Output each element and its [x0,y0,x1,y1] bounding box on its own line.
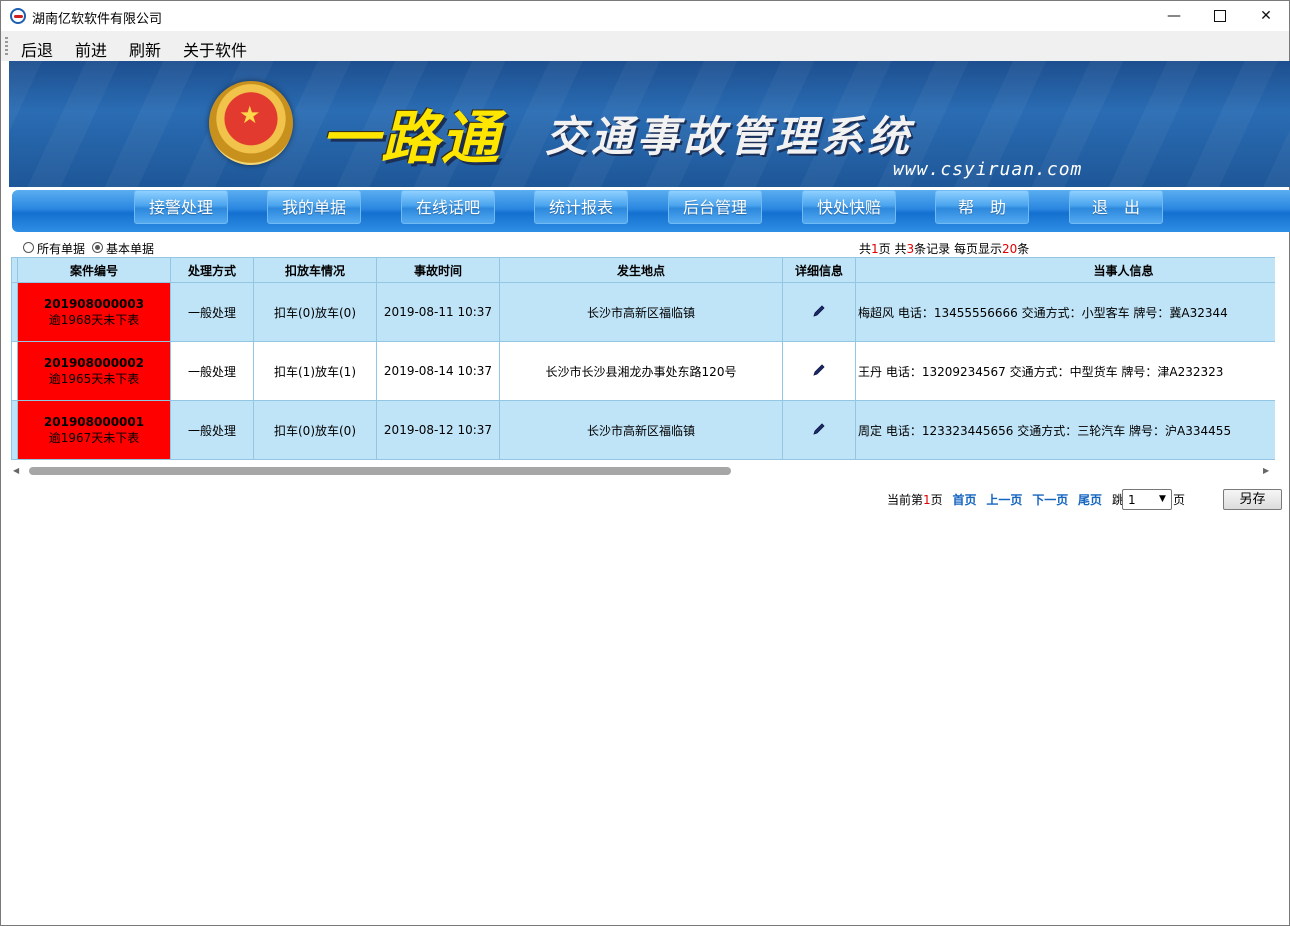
edit-icon[interactable] [812,422,826,436]
case-number[interactable]: 201908000003 [18,297,170,311]
case-overdue: 逾1967天未下表 [48,430,140,445]
header-method[interactable]: 处理方式 [170,257,254,283]
title-bar: 湖南亿软软件有限公司 — ✕ [1,1,1289,31]
nav-exit[interactable]: 退 出 [1069,190,1163,224]
menu-about[interactable]: 关于软件 [183,37,247,61]
pager-current-page: 1 [923,493,931,507]
page-jump-select[interactable]: 1 ▼ [1122,489,1172,510]
maximize-icon [1214,10,1226,22]
page-summary: 共1页 共3条记录 每页显示20条 [859,242,1030,256]
vehicle-cell: 扣车(1)放车(1) [253,341,377,401]
radio-basic-label: 基本单据 [106,242,155,256]
window-title: 湖南亿软软件有限公司 [32,12,163,27]
nav-online-call[interactable]: 在线话吧 [401,190,495,224]
page-jump-value: 1 [1128,493,1136,507]
app-window: 湖南亿软软件有限公司 — ✕ 后退 前进 刷新 关于软件 ★ 一路通 交通事故管… [0,0,1290,926]
header-location[interactable]: 发生地点 [499,257,783,283]
pager: 当前第1页 首页 上一页 下一页 尾页 跳到 [887,491,1136,508]
nav-quick-claim[interactable]: 快处快赔 [802,190,896,224]
edit-icon[interactable] [812,363,826,377]
case-cell[interactable]: 201908000002 逾1965天未下表 [17,341,171,401]
radio-all-documents[interactable] [23,242,34,253]
time-cell: 2019-08-11 10:37 [376,282,500,342]
case-number[interactable]: 201908000002 [18,356,170,370]
maximize-button[interactable] [1197,1,1243,31]
location-cell: 长沙市高新区福临镇 [499,400,783,460]
page-unit-label: 页 [1173,493,1186,507]
vehicle-cell: 扣车(0)放车(0) [253,400,377,460]
scroll-right-icon[interactable]: ▶ [1263,466,1269,475]
header-time[interactable]: 事故时间 [376,257,500,283]
pager-next[interactable]: 下一页 [1032,493,1068,507]
nav-admin[interactable]: 后台管理 [668,190,762,224]
edit-icon[interactable] [812,304,826,318]
nav-statistics[interactable]: 统计报表 [534,190,628,224]
method-cell: 一般处理 [170,400,254,460]
pager-first[interactable]: 首页 [953,493,977,507]
horizontal-scrollbar[interactable]: ◀ ▶ [11,464,1275,478]
header-case-no[interactable]: 案件编号 [17,257,171,283]
menu-forward[interactable]: 前进 [75,37,107,61]
chevron-down-icon: ▼ [1159,494,1166,504]
header-banner: ★ 一路通 交通事故管理系统 www.csyiruan.com [9,61,1290,187]
menu-back[interactable]: 后退 [21,37,53,61]
pager-last[interactable]: 尾页 [1078,493,1102,507]
pager-current-suffix: 页 [930,493,943,507]
radio-all-label: 所有单据 [37,242,86,256]
banner-subtitle: 交通事故管理系统 [545,112,914,161]
detail-cell [782,341,856,401]
vehicle-cell: 扣车(0)放车(0) [253,282,377,342]
header-vehicle[interactable]: 扣放车情况 [253,257,377,283]
method-cell: 一般处理 [170,341,254,401]
scroll-left-icon[interactable]: ◀ [13,466,19,475]
location-cell: 长沙市长沙县湘龙办事处东路120号 [499,341,783,401]
case-cell[interactable]: 201908000003 逾1968天未下表 [17,282,171,342]
case-overdue: 逾1965天未下表 [48,371,140,386]
case-number[interactable]: 201908000001 [18,415,170,429]
filter-row: 所有单据 基本单据 共1页 共3条记录 每页显示20条 [11,239,1287,257]
banner-url: www.csyiruan.com [893,159,1083,180]
detail-cell [782,282,856,342]
radio-basic-documents[interactable] [92,242,103,253]
time-cell: 2019-08-12 10:37 [376,400,500,460]
nav-help[interactable]: 帮 助 [935,190,1029,224]
minimize-button[interactable]: — [1151,1,1197,31]
header-detail[interactable]: 详细信息 [782,257,856,283]
party-cell: 周定 电话：123323445656 交通方式：三轮汽车 牌号：沪A334455 [855,400,1275,460]
menu-refresh[interactable]: 刷新 [129,37,161,61]
save-as-button[interactable]: 另存 [1223,489,1282,510]
method-cell: 一般处理 [170,282,254,342]
table-row[interactable]: 201908000002 逾1965天未下表 一般处理 扣车(1)放车(1) 20… [11,341,1275,401]
time-cell: 2019-08-14 10:37 [376,341,500,401]
banner-title: 一路通 [321,104,502,172]
records-table: 案件编号 处理方式 扣放车情况 事故时间 发生地点 详细信息 当事人信息 201… [11,257,1275,464]
pager-current-label: 当前第 [887,493,924,507]
detail-cell [782,400,856,460]
menu-bar: 后退 前进 刷新 关于软件 [1,31,1289,61]
table-row[interactable]: 201908000003 逾1968天未下表 一般处理 扣车(0)放车(0) 20… [11,282,1275,342]
toolbar-grip-icon [5,37,8,55]
nav-alarm-handling[interactable]: 接警处理 [134,190,228,224]
close-button[interactable]: ✕ [1243,1,1289,31]
header-party[interactable]: 当事人信息 [855,257,1275,283]
case-cell[interactable]: 201908000001 逾1967天未下表 [17,400,171,460]
app-logo-icon [10,8,26,24]
location-cell: 长沙市高新区福临镇 [499,282,783,342]
nav-my-documents[interactable]: 我的单据 [267,190,361,224]
pager-prev[interactable]: 上一页 [986,493,1022,507]
case-overdue: 逾1968天未下表 [48,312,140,327]
police-emblem-icon: ★ [209,81,293,165]
party-cell: 王丹 电话：13209234567 交通方式：中型货车 牌号：津A232323 [855,341,1275,401]
party-cell: 梅超风 电话：13455556666 交通方式：小型客车 牌号：冀A32344 [855,282,1275,342]
scroll-thumb[interactable] [29,467,731,475]
table-row[interactable]: 201908000001 逾1967天未下表 一般处理 扣车(0)放车(0) 20… [11,400,1275,460]
main-nav: 接警处理 我的单据 在线话吧 统计报表 后台管理 快处快赔 帮 助 退 出 [12,190,1290,232]
